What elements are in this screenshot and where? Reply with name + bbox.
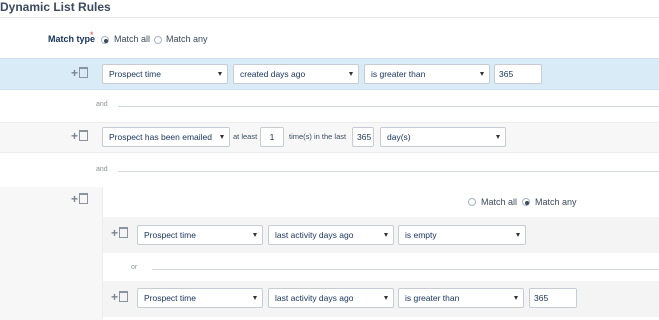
group-rule-1-field-select[interactable]: Prospect time [137,225,263,245]
times-label: time(s) in the last [289,132,347,141]
chevron-down-icon [218,72,222,76]
chevron-down-icon [384,296,388,300]
rule-1-operator-select[interactable]: created days ago [233,64,359,84]
chevron-down-icon [480,72,484,76]
group-rule-1-operator-value: last activity days ago [275,230,354,240]
chevron-down-icon [514,296,518,300]
group-rule-2-comparison-value: is greater than [405,293,460,303]
group-rule-2-actions: + [111,290,129,304]
rule-1-comparison-select[interactable]: is greater than [364,64,490,84]
match-any-radio[interactable] [154,36,162,44]
plus-icon[interactable]: + [111,226,118,240]
rule-1-comparison-value: is greater than [371,69,426,79]
connector-line [152,269,659,270]
match-any-label[interactable]: Match any [166,34,208,44]
trash-icon[interactable] [79,67,89,78]
rule-2-field-select[interactable]: Prospect has been emailed [102,127,230,147]
group-rule-2-operator-select[interactable]: last activity days ago [268,288,394,308]
group-match-any-label[interactable]: Match any [535,197,577,207]
trash-icon[interactable] [79,130,89,141]
rule-2-count-input[interactable]: 1 [260,127,284,147]
chevron-down-icon [253,296,257,300]
plus-icon[interactable]: + [111,290,118,304]
plus-icon[interactable]: + [71,192,78,206]
rule-1-value-input[interactable]: 365 [494,64,542,84]
plus-icon[interactable]: + [71,66,78,80]
rule-2-unit-value: day(s) [387,132,411,142]
required-marker: * [90,30,94,40]
page-title: Dynamic List Rules [0,0,111,14]
group-rule-2-operator-value: last activity days ago [275,293,354,303]
trash-icon[interactable] [119,227,129,238]
group-match-all-radio[interactable] [468,198,476,206]
rule-1-field-select[interactable]: Prospect time [102,64,228,84]
group-rule-1-operator-select[interactable]: last activity days ago [268,225,394,245]
chevron-down-icon [516,233,520,237]
group-rule-1-comparison-value: is empty [405,230,437,240]
rule-2-unit-select[interactable]: day(s) [380,127,506,147]
match-type-label: Match type [48,34,96,44]
chevron-down-icon [384,233,388,237]
chevron-down-icon [253,233,257,237]
match-all-label[interactable]: Match all [114,34,150,44]
rule-2-period-input[interactable]: 365 [352,127,374,147]
group-rule-2-field-value: Prospect time [144,293,196,303]
group-rule-1-comparison-select[interactable]: is empty [398,225,526,245]
and-connector: and [96,101,108,108]
rule-2-actions: + [71,129,89,143]
rule-1-actions: + [71,66,89,80]
match-all-radio[interactable] [101,36,109,44]
chevron-down-icon [220,135,224,139]
group-rule-2-field-select[interactable]: Prospect time [137,288,263,308]
group-rule-2-value-input[interactable]: 365 [529,288,577,308]
plus-icon[interactable]: + [71,129,78,143]
group-match-all-label[interactable]: Match all [481,197,517,207]
group-rule-2-comparison-select[interactable]: is greater than [398,288,524,308]
trash-icon[interactable] [79,193,89,204]
chevron-down-icon [349,72,353,76]
group-match-any-radio[interactable] [522,198,530,206]
or-connector: or [131,264,138,271]
group-rule-1-actions: + [111,226,129,240]
and-connector: and [96,166,108,173]
connector-line [118,171,659,172]
chevron-down-icon [496,135,500,139]
title-divider [0,17,659,18]
at-least-label: at least [233,132,258,141]
connector-line [118,106,659,107]
group-actions: + [71,192,89,206]
rule-group-gutter [0,187,102,320]
group-rule-1-field-value: Prospect time [144,230,196,240]
rule-1-operator-value: created days ago [240,69,306,79]
trash-icon[interactable] [119,291,129,302]
rule-1-field-value: Prospect time [109,69,161,79]
rule-2-field-value: Prospect has been emailed [109,132,213,142]
